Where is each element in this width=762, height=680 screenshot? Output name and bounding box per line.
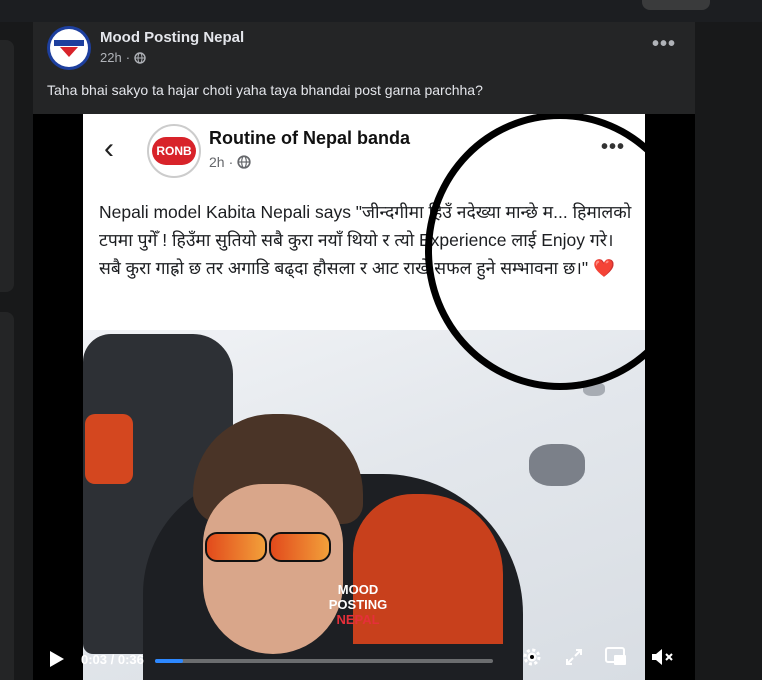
- post-caption: Taha bhai sakyo ta hajar choti yaha taya…: [47, 82, 483, 98]
- mood-posting-logo-icon: [54, 40, 84, 57]
- video-player[interactable]: ‹ RONB Routine of Nepal banda 2h · ••• N…: [33, 114, 695, 680]
- backpack-strap: [85, 414, 133, 484]
- time-separator: /: [107, 652, 118, 667]
- sunglasses-lens: [205, 532, 267, 562]
- snow-rock: [529, 444, 585, 486]
- inner-globe-icon: [237, 155, 251, 169]
- left-side-card: [0, 40, 14, 292]
- left-side-card-lower: [0, 312, 14, 680]
- fullscreen-icon[interactable]: [565, 648, 583, 671]
- more-icon[interactable]: •••: [649, 34, 679, 58]
- feed-post: Mood Posting Nepal 22h · ••• Taha bhai s…: [33, 22, 695, 680]
- sunglasses-lens: [269, 532, 331, 562]
- page-name[interactable]: Mood Posting Nepal: [100, 29, 244, 46]
- settings-gear-icon[interactable]: [521, 646, 543, 673]
- inner-meta-separator: ·: [228, 154, 234, 170]
- back-chevron-icon: ‹: [104, 132, 114, 165]
- inner-page-avatar: RONB: [147, 124, 201, 178]
- video-time: 0:03 / 0:36: [81, 652, 144, 667]
- pip-icon[interactable]: [605, 647, 627, 672]
- video-frame: ‹ RONB Routine of Nepal banda 2h · ••• N…: [83, 114, 645, 680]
- inner-page-name: Routine of Nepal banda: [209, 128, 411, 148]
- top-pill-button[interactable]: [642, 0, 710, 10]
- watermark-line2: POSTING: [328, 597, 388, 612]
- page-avatar-logo: [50, 29, 88, 67]
- post-time[interactable]: 22h: [100, 50, 122, 65]
- page-avatar[interactable]: [47, 26, 91, 70]
- play-icon[interactable]: [49, 650, 65, 673]
- time-current: 0:03: [81, 652, 108, 667]
- time-total: 0:36: [117, 652, 144, 667]
- ronb-logo: RONB: [152, 137, 196, 165]
- video-controls: 0:03 / 0:36: [33, 634, 695, 680]
- volume-muted-icon[interactable]: [651, 647, 675, 672]
- inner-post-time: 2h: [209, 154, 225, 170]
- watermark-line3: NEPAL: [336, 612, 380, 627]
- watermark-logo: MOOD POSTING NEPAL: [323, 582, 393, 627]
- globe-icon: [134, 51, 146, 64]
- post-meta: 22h ·: [100, 50, 146, 65]
- sunglasses: [201, 532, 331, 562]
- inner-post-meta: 2h ·: [209, 154, 251, 170]
- face: [203, 484, 343, 654]
- meta-separator: ·: [125, 50, 131, 65]
- watermark-line1: MOOD: [337, 582, 379, 597]
- progress-bar[interactable]: [155, 659, 493, 663]
- progress-fill: [155, 659, 184, 663]
